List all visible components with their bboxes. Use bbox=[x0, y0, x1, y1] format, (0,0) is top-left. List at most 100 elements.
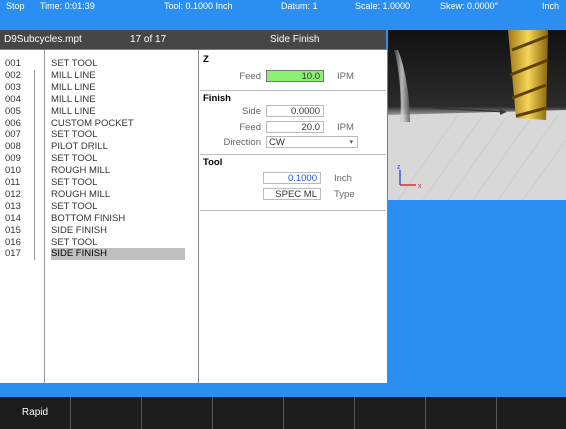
step-operation: SIDE FINISH bbox=[51, 224, 107, 236]
step-operation: CUSTOM POCKET bbox=[51, 117, 134, 129]
subcycle-bracket bbox=[34, 200, 39, 213]
axis-x-label: x bbox=[418, 183, 422, 190]
subcycle-bracket bbox=[34, 224, 39, 237]
step-operation: PILOT DRILL bbox=[51, 141, 108, 153]
status-mode: Stop bbox=[6, 1, 25, 11]
list-item[interactable]: 007 SET TOOL bbox=[0, 129, 198, 142]
step-number: 013 bbox=[5, 200, 21, 212]
list-item[interactable]: 017 SIDE FINISH bbox=[0, 248, 198, 261]
step-number: 007 bbox=[5, 129, 21, 141]
status-time: Time: 0:01:39 bbox=[40, 1, 95, 11]
step-operation: ROUGH MILL bbox=[51, 188, 111, 200]
status-bar: Stop Time: 0:01:39 Tool: 0.1000 Inch Dat… bbox=[0, 0, 566, 13]
step-operation: MILL LINE bbox=[51, 105, 96, 117]
step-operation: SET TOOL bbox=[51, 177, 98, 188]
list-item[interactable]: 013 SET TOOL bbox=[0, 200, 198, 213]
tool-preview-graphic: z x bbox=[388, 30, 566, 200]
subcycle-bracket bbox=[34, 188, 39, 201]
step-number: 012 bbox=[5, 188, 21, 200]
subcycle-bracket bbox=[34, 141, 39, 154]
z-feed-unit: IPM bbox=[337, 71, 354, 82]
list-item[interactable]: 015 SIDE FINISH bbox=[0, 224, 198, 237]
tool-group: Tool 0.1000 Inch SPEC ML Type bbox=[200, 155, 386, 211]
list-item[interactable]: 016 SET TOOL bbox=[0, 236, 198, 249]
finish-direction-select[interactable]: CW ▾ bbox=[266, 136, 358, 148]
z-feed-label: Feed bbox=[239, 71, 261, 82]
step-number: 017 bbox=[5, 248, 21, 260]
finish-side-label: Side bbox=[241, 106, 261, 117]
tool-group-title: Tool bbox=[203, 157, 223, 168]
subcycle-bracket bbox=[34, 177, 39, 189]
list-item[interactable]: 002 MILL LINE bbox=[0, 69, 198, 82]
tool-preview[interactable]: z x bbox=[388, 30, 566, 200]
softkey-3[interactable] bbox=[142, 397, 213, 429]
finish-direction-label: Direction bbox=[223, 137, 262, 148]
program-header: D9Subcycles.mpt 17 of 17 Side Finish bbox=[0, 30, 386, 49]
finish-direction-value: CW bbox=[269, 137, 285, 148]
step-operation: MILL LINE bbox=[51, 93, 96, 105]
list-item[interactable]: 009 SET TOOL bbox=[0, 153, 198, 166]
list-item[interactable]: 008 PILOT DRILL bbox=[0, 141, 198, 154]
list-item[interactable]: 014 BOTTOM FINISH bbox=[0, 212, 198, 225]
step-number: 001 bbox=[5, 58, 21, 69]
z-group: Z Feed 10.0 IPM bbox=[200, 50, 386, 91]
status-tool: Tool: 0.1000 Inch bbox=[164, 1, 233, 11]
chevron-down-icon: ▾ bbox=[349, 139, 353, 146]
softkey-7[interactable] bbox=[426, 397, 497, 429]
step-number: 014 bbox=[5, 212, 21, 224]
subcycle-bracket bbox=[34, 117, 39, 130]
status-scale: Scale: 1.0000 bbox=[355, 1, 411, 11]
softkey-5[interactable] bbox=[284, 397, 355, 429]
list-item[interactable]: 001 SET TOOL bbox=[0, 58, 198, 70]
subcycle-bracket bbox=[34, 236, 39, 249]
z-feed-field[interactable]: 10.0 bbox=[266, 70, 324, 82]
subcycle-bracket bbox=[34, 129, 39, 142]
finish-side-field[interactable]: 0.0000 bbox=[266, 105, 324, 117]
status-datum: Datum: 1 bbox=[281, 1, 318, 11]
tool-type-field[interactable]: SPEC ML bbox=[263, 188, 321, 200]
list-item[interactable]: 003 MILL LINE bbox=[0, 81, 198, 94]
step-number: 009 bbox=[5, 153, 21, 165]
z-group-title: Z bbox=[203, 54, 209, 65]
softkey-bar: Rapid bbox=[0, 397, 566, 429]
cycle-name: Side Finish bbox=[270, 34, 320, 45]
step-number: 010 bbox=[5, 165, 21, 177]
list-item[interactable]: 004 MILL LINE bbox=[0, 93, 198, 106]
softkey-8[interactable] bbox=[497, 397, 565, 429]
step-operation: SET TOOL bbox=[51, 153, 98, 165]
subcycle-bracket bbox=[34, 153, 39, 166]
step-number: 004 bbox=[5, 93, 21, 105]
step-number: 006 bbox=[5, 117, 21, 129]
finish-group: Finish Side 0.0000 Feed 20.0 IPM Directi… bbox=[200, 91, 386, 155]
softkey-4[interactable] bbox=[213, 397, 284, 429]
finish-group-title: Finish bbox=[203, 93, 231, 104]
step-number: 002 bbox=[5, 69, 21, 81]
step-operation: MILL LINE bbox=[51, 69, 96, 81]
step-operation: BOTTOM FINISH bbox=[51, 212, 126, 224]
softkey-6[interactable] bbox=[355, 397, 426, 429]
finish-feed-field[interactable]: 20.0 bbox=[266, 121, 324, 133]
cycle-form: Z Feed 10.0 IPM Finish Side 0.0000 Feed … bbox=[199, 50, 387, 383]
program-step-list[interactable]: 001 SET TOOL 002 MILL LINE 003 MILL LINE 004 MI… bbox=[0, 50, 199, 383]
list-item[interactable]: 011 SET TOOL bbox=[0, 177, 198, 189]
softkey-rapid[interactable]: Rapid bbox=[0, 397, 71, 429]
finish-feed-unit: IPM bbox=[337, 122, 354, 133]
step-operation: SIDE FINISH bbox=[51, 248, 185, 261]
step-operation: MILL LINE bbox=[51, 81, 96, 93]
step-number: 015 bbox=[5, 224, 21, 236]
list-item[interactable]: 005 MILL LINE bbox=[0, 105, 198, 118]
finish-feed-label: Feed bbox=[239, 122, 261, 133]
step-number: 008 bbox=[5, 141, 21, 153]
program-name: D9Subcycles.mpt bbox=[4, 34, 82, 45]
step-operation: SET TOOL bbox=[51, 200, 98, 212]
list-item[interactable]: 012 ROUGH MILL bbox=[0, 188, 198, 201]
subcycle-bracket bbox=[34, 212, 39, 225]
step-number: 016 bbox=[5, 236, 21, 248]
softkey-2[interactable] bbox=[71, 397, 142, 429]
subcycle-bracket bbox=[34, 105, 39, 118]
subcycle-bracket bbox=[34, 81, 39, 94]
step-number: 003 bbox=[5, 81, 21, 93]
tool-diameter-field[interactable]: 0.1000 bbox=[263, 172, 321, 184]
list-item[interactable]: 006 CUSTOM POCKET bbox=[0, 117, 198, 130]
list-item[interactable]: 010 ROUGH MILL bbox=[0, 165, 198, 178]
